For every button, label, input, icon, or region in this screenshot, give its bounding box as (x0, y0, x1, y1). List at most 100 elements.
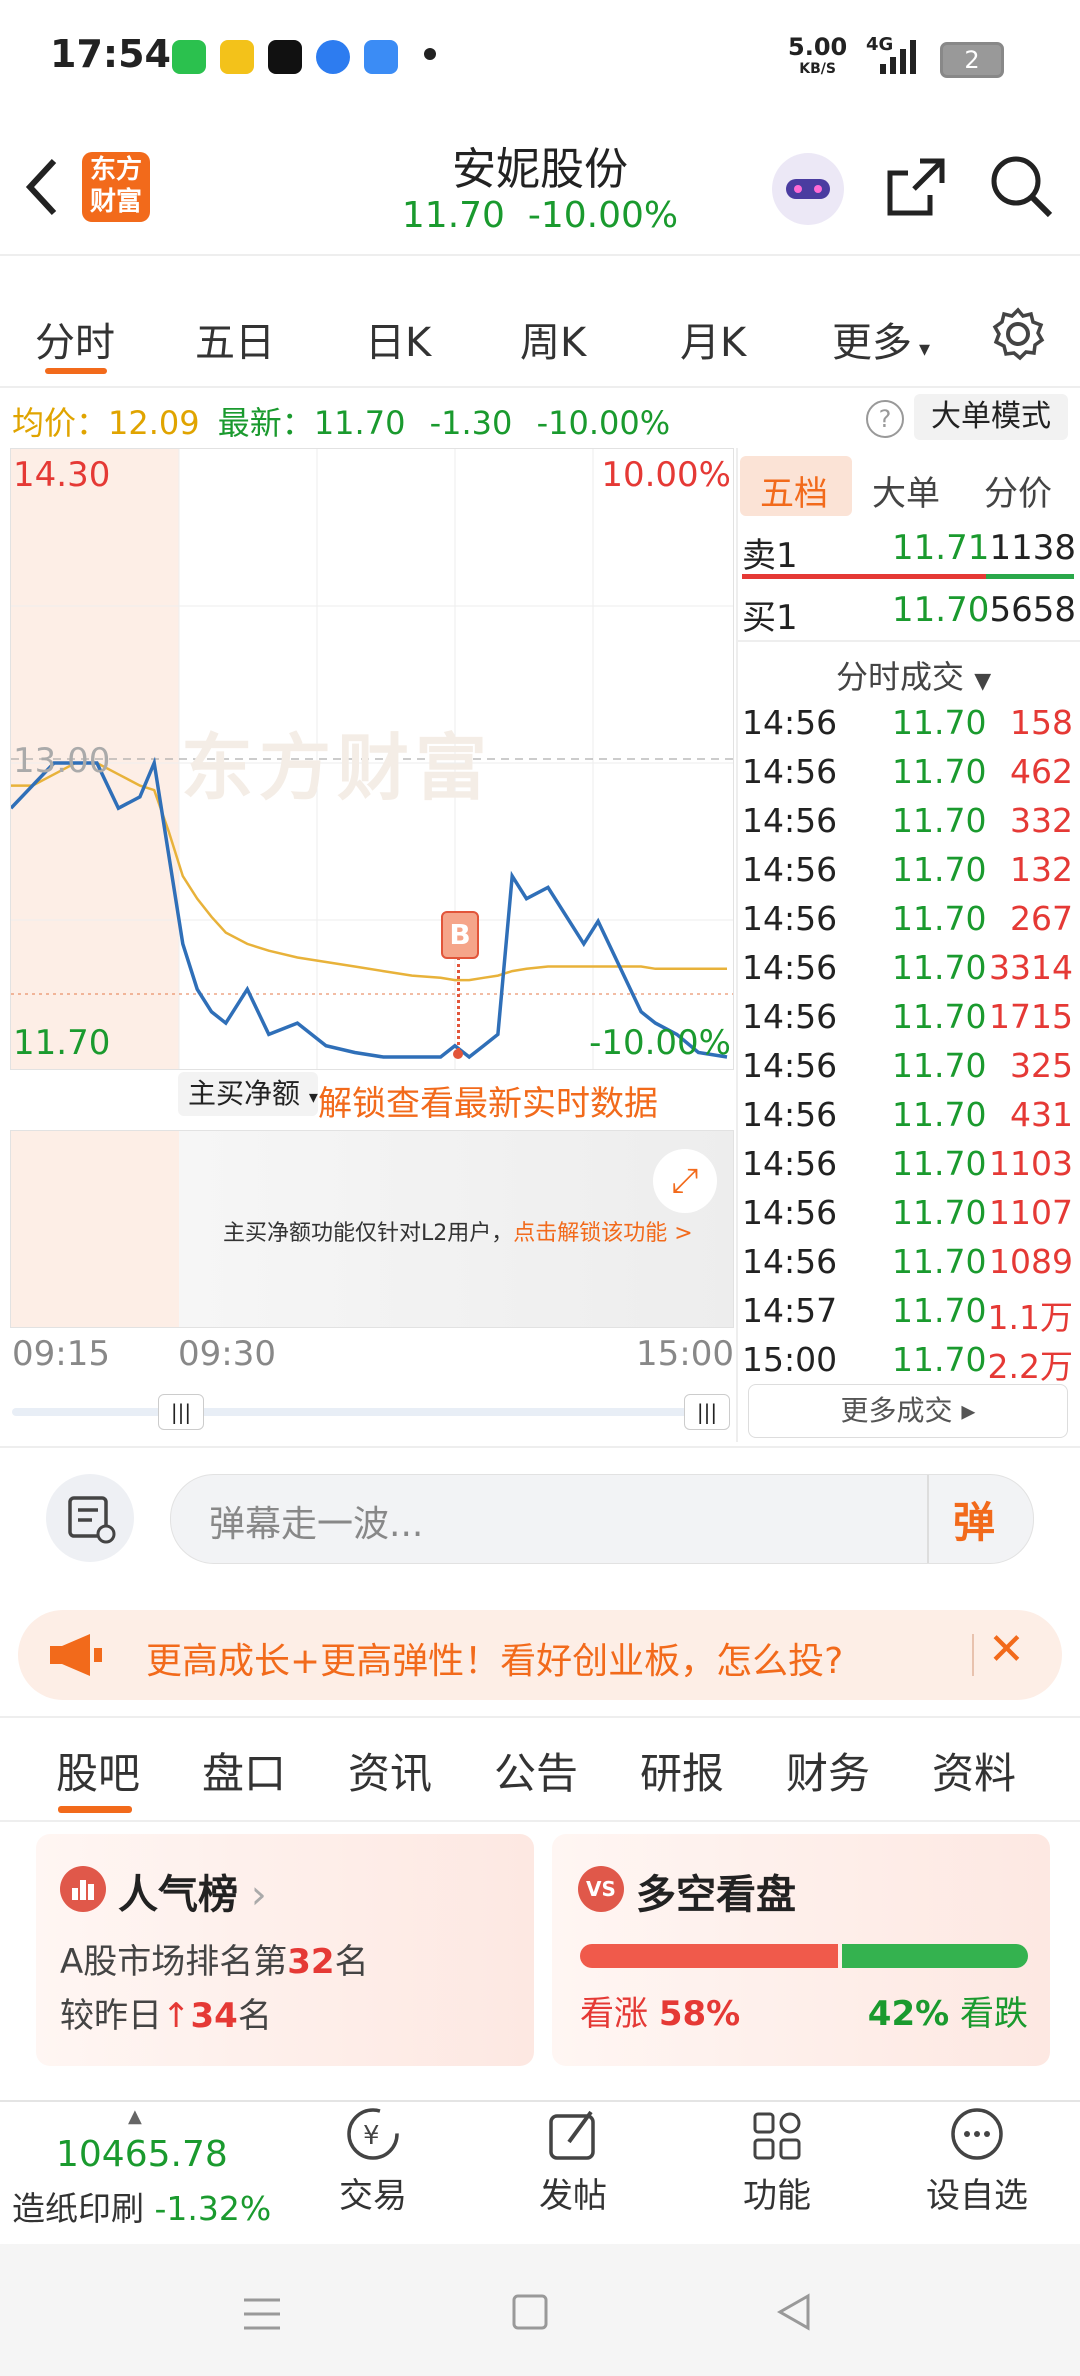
content-tab-indicator (58, 1806, 132, 1813)
tab-order-book[interactable]: 盘口 (202, 1740, 286, 1801)
wechat-icon (172, 40, 206, 74)
home-icon[interactable] (510, 2292, 550, 2332)
chart-low-label: 11.70 (13, 1023, 111, 1063)
nav-add-watchlist[interactable]: 设自选 (912, 2102, 1042, 2217)
sell1-row: 卖1 11.71 1138 (742, 528, 1076, 576)
close-icon[interactable]: ✕ (988, 1624, 1025, 1675)
tab-weekly-k[interactable]: 周K (520, 310, 586, 368)
buy1-row: 买1 11.70 5658 (742, 590, 1076, 638)
tab-intraday[interactable]: 分时 (35, 310, 115, 368)
danmu-input[interactable]: 弹幕走一波... 弹 (170, 1474, 1034, 1564)
more-trades-button[interactable]: 更多成交 ▸ (748, 1384, 1068, 1438)
signal-icon (880, 40, 916, 74)
bull-bar-fill (580, 1944, 838, 1968)
tab-five-levels[interactable]: 五档 (760, 466, 828, 515)
section-divider-2 (0, 1716, 1080, 1718)
tab-more[interactable]: 更多 ▾ (832, 310, 930, 368)
nav-trade[interactable]: ¥ 交易 (308, 2102, 438, 2217)
promo-text: 更高成长+更高弹性！看好创业板，怎么投? (146, 1641, 844, 1682)
scroll-handle-right[interactable]: ||| (684, 1394, 730, 1430)
bull-bear-title: 多空看盘 (636, 1872, 796, 1918)
trade-row: 14:56 11.70 132 (742, 850, 1073, 889)
assistant-robot-icon[interactable] (772, 153, 844, 225)
trade-row: 14:56 11.70 158 (742, 703, 1073, 742)
status-bar: 17:54 5.00 KB/S 4G 2 (0, 0, 1080, 115)
back-nav-icon[interactable] (772, 2290, 816, 2334)
index-value[interactable]: 10465.78 (56, 2134, 228, 2175)
rank-change: 较昨日↑34名 (60, 1996, 272, 2036)
index-expand-icon[interactable]: ▲ (128, 2106, 142, 2127)
more-circle-icon (951, 2108, 1003, 2160)
battery-icon: 2 (940, 42, 1004, 78)
tab-price-dist[interactable]: 分价 (984, 466, 1052, 515)
unlock-link[interactable]: 点击解锁该功能 > (513, 1221, 692, 1246)
trade-row: 14:56 11.70 1103 (742, 1144, 1073, 1183)
tab-forum[interactable]: 股吧 (56, 1740, 140, 1801)
tab-research[interactable]: 研报 (640, 1740, 724, 1801)
status-time: 17:54 (50, 32, 171, 76)
tab-indicator (45, 368, 107, 374)
tab-profile[interactable]: 资料 (932, 1740, 1016, 1801)
unlock-realtime-text[interactable]: 解锁查看最新实时数据 (318, 1076, 658, 1125)
comment-settings-icon[interactable] (46, 1474, 134, 1562)
orderbook-divider (736, 448, 738, 1442)
time-end: 15:00 (636, 1334, 734, 1374)
trade-row: 14:56 11.70 325 (742, 1046, 1073, 1085)
menu-icon[interactable] (240, 2294, 284, 2334)
book-divider (738, 640, 1080, 642)
search-icon[interactable] (988, 153, 1054, 219)
watermark: 东方财富 (181, 726, 494, 810)
section-divider (0, 1446, 1080, 1448)
l2-notice: 主买净额功能仅针对L2用户，点击解锁该功能 > (223, 1221, 693, 1246)
net-speed: 5.00 KB/S (788, 33, 848, 77)
sell-bar (742, 574, 986, 579)
share-icon[interactable] (884, 155, 948, 219)
tiktok-icon (268, 40, 302, 74)
trade-row: 14:56 11.70 1107 (742, 1193, 1073, 1232)
buy-marker[interactable]: B (441, 911, 479, 959)
section-divider-3 (0, 1820, 1080, 1822)
time-scrollbar[interactable] (12, 1408, 728, 1416)
danmu-button[interactable]: 弹 (953, 1489, 995, 1550)
large-order-mode-button[interactable]: 大单模式 (914, 394, 1068, 440)
trades-title[interactable]: 分时成交 ▼ (836, 652, 991, 698)
index-info[interactable]: 造纸印刷 -1.32% (12, 2182, 271, 2230)
latest-price: 11.70 (313, 404, 406, 442)
trade-row: 15:00 11.70 2.2万 (742, 1340, 1073, 1386)
net-buy-dropdown[interactable]: 主买净额 ▾ (178, 1072, 318, 1116)
settings-gear-icon[interactable] (990, 306, 1046, 362)
tab-monthly-k[interactable]: 月K (680, 310, 746, 368)
chart-high-pct: 10.00% (601, 455, 731, 495)
net-buy-panel: 主买净额功能仅针对L2用户，点击解锁该功能 > ⤢ (10, 1130, 734, 1328)
popularity-card[interactable]: 人气榜 › A股市场排名第32名 较昨日↑34名 (36, 1834, 534, 2066)
help-icon[interactable]: ? (866, 400, 904, 438)
bull-bear-card[interactable]: VS 多空看盘 看涨 58% 42% 看跌 (552, 1834, 1050, 2066)
game-app-icon (220, 40, 254, 74)
danmu-divider (927, 1475, 929, 1563)
tab-news[interactable]: 资讯 (348, 1740, 432, 1801)
tab-announcements[interactable]: 公告 (494, 1740, 578, 1801)
bear-bar-fill (842, 1944, 1028, 1968)
browser-icon (316, 40, 350, 74)
trade-row: 14:56 11.70 3314 (742, 948, 1073, 987)
price-change: -1.30 (429, 404, 513, 442)
tab-finance[interactable]: 财务 (786, 1740, 870, 1801)
svg-text:¥: ¥ (363, 2121, 380, 2151)
promo-banner[interactable]: 更高成长+更高弹性！看好创业板，怎么投? ✕ (18, 1610, 1062, 1700)
trade-icon: ¥ (347, 2108, 399, 2160)
bullish-label: 看涨 58% (580, 1994, 741, 2034)
chart-ref-label: 13.00 (13, 741, 111, 781)
expand-icon[interactable]: ⤢ (653, 1149, 717, 1213)
nav-post[interactable]: 发帖 (508, 2102, 638, 2217)
nav-functions[interactable]: 功能 (712, 2102, 842, 2217)
tab-large-orders[interactable]: 大单 (872, 466, 940, 515)
time-start: 09:15 (12, 1334, 110, 1374)
trade-row: 14:56 11.70 431 (742, 1095, 1073, 1134)
megaphone-icon (50, 1634, 102, 1676)
danmu-placeholder: 弹幕走一波... (209, 1504, 424, 1545)
ranking-icon (60, 1866, 106, 1912)
scroll-handle-left[interactable]: ||| (158, 1394, 204, 1430)
tab-five-day[interactable]: 五日 (195, 310, 275, 368)
tab-daily-k[interactable]: 日K (365, 310, 431, 368)
intraday-chart[interactable]: 东方财富 14.30 10.00% 13.00 11.70 -10.00% B (10, 448, 734, 1070)
